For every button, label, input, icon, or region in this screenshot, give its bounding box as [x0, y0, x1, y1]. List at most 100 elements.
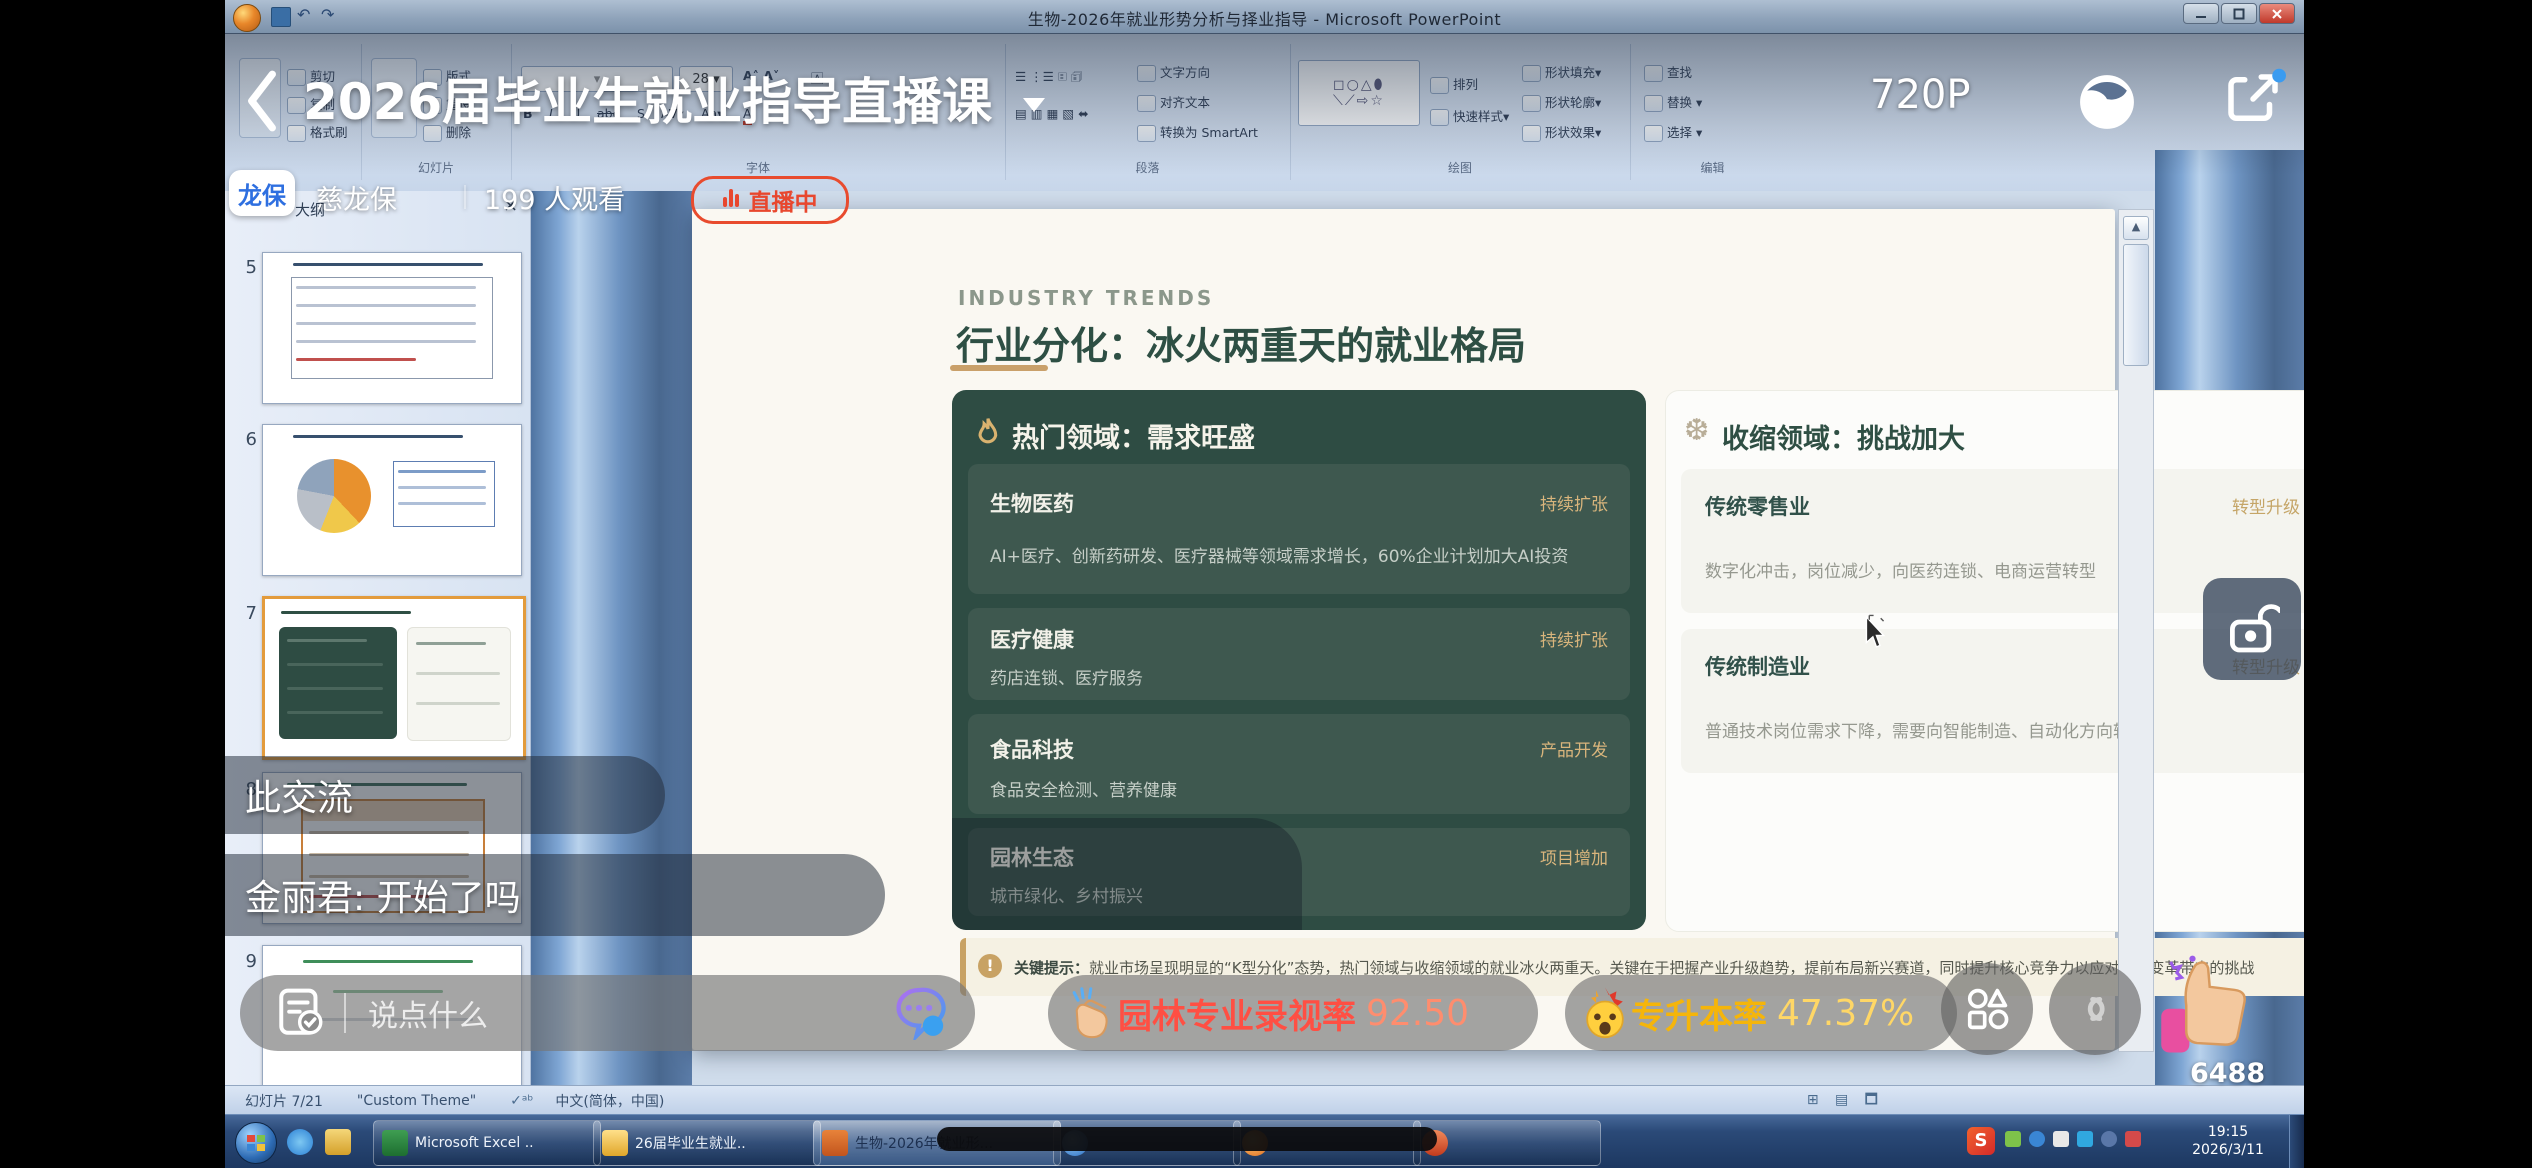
hot-card-3: 食品科技 产品开发 食品安全检测、营养健康	[968, 714, 1630, 814]
scroll-up-icon[interactable]: ▲	[2123, 216, 2149, 240]
taskbar-window-folder[interactable]: 26届毕业生就业..	[593, 1120, 821, 1166]
excel-icon	[382, 1130, 408, 1156]
more-panels-button[interactable]	[1941, 963, 2033, 1055]
slide-thumb-5[interactable]	[262, 252, 522, 404]
viewer-count: 199 人观看	[484, 178, 625, 217]
hot-card-desc: 药店连锁、医疗服务	[990, 664, 1143, 689]
hot-card-name: 食品科技	[990, 734, 1074, 764]
taskbar-window-6[interactable]	[1413, 1120, 1601, 1166]
quality-selector[interactable]: 720P	[1870, 72, 1970, 118]
tip-label: 关键提示：	[1014, 959, 1089, 977]
hot-card-name: 生物医药	[990, 488, 1074, 518]
reaction-badge-1-text: 园林专业录视率	[1118, 989, 1356, 1038]
spellcheck-icon[interactable]: ✓ᵃᵇ	[510, 1093, 533, 1109]
clock-time: 19:15	[2183, 1123, 2273, 1141]
cold-panel-header: 收缩领域：挑战加大	[1722, 417, 1965, 456]
letterbox-left	[0, 0, 225, 1168]
hot-sector-panel: 热门领域：需求旺盛 生物医药 持续扩张 AI+医疗、创新药研发、医疗器械等领域需…	[952, 390, 1646, 930]
hot-card-name: 医疗健康	[990, 624, 1074, 654]
hot-card-desc: AI+医疗、创新药研发、医疗器械等领域需求增长，60%企业计划加大AI投资	[990, 542, 1568, 567]
taskbar-window-excel[interactable]: Microsoft Excel ..	[373, 1120, 601, 1166]
thumb-number: 9	[235, 951, 257, 972]
thumb-number: 5	[235, 257, 257, 278]
chat-input[interactable]: 说点什么	[368, 991, 488, 1035]
chat-bubble-icon[interactable]	[891, 986, 947, 1040]
slide-eyebrow: INDUSTRY TRENDS	[958, 286, 1214, 310]
tray-icons[interactable]	[2005, 1131, 2141, 1147]
chat-shadow-overlay	[952, 818, 1302, 930]
cold-card-desc: 数字化冲击，岗位减少，向医药连锁、电商运营转型	[1705, 557, 2096, 582]
maximize-button[interactable]	[2221, 3, 2257, 24]
cold-card-tag: 转型升级	[2232, 493, 2300, 518]
cold-card-name: 传统制造业	[1705, 651, 1810, 681]
link-icon	[2071, 985, 2119, 1033]
title-accent-line	[950, 365, 1048, 371]
desktop-gap-left	[530, 191, 692, 1085]
live-badge-label: 直播中	[749, 183, 818, 217]
unlock-icon	[2224, 599, 2280, 659]
hot-card-tag: 项目增加	[1540, 844, 1608, 869]
view-mode-icons[interactable]: ⊞ ▤ 🗖	[1807, 1089, 1884, 1113]
slide-thumb-6[interactable]	[262, 424, 522, 576]
snowflake-icon: ❆	[1684, 413, 1709, 448]
stream-title-dropdown-icon[interactable]	[1023, 98, 1045, 112]
slide-canvas: INDUSTRY TRENDS 行业分化：冰火两重天的就业格局 热门领域：需求旺…	[692, 209, 2115, 1050]
message-list-icon[interactable]	[278, 988, 324, 1038]
ime-sogou-icon[interactable]: S	[1967, 1127, 1995, 1155]
hot-card-tag: 产品开发	[1540, 736, 1608, 761]
thumb-number: 7	[235, 603, 257, 624]
theme-toggle-icon[interactable]	[2073, 68, 2141, 136]
status-language: 中文(简体，中国)	[555, 1091, 664, 1111]
slides-thumbnail-panel: 大纲 × 5 6	[225, 191, 531, 1085]
clock[interactable]: 19:15 2026/3/11	[2183, 1123, 2273, 1159]
link-button[interactable]	[2049, 963, 2141, 1055]
alert-icon: !	[978, 954, 1002, 978]
streamer-badge[interactable]: 龙保	[229, 170, 295, 216]
screen-lock-button[interactable]	[2203, 578, 2301, 680]
reaction-badge-2[interactable]: 专升本率 47.37%	[1565, 975, 1957, 1051]
live-badge: 直播中	[691, 176, 849, 224]
reaction-badge-2-value: 47.37%	[1777, 993, 1914, 1034]
thumbs-up-sticker[interactable]	[2155, 952, 2255, 1056]
hot-card-desc: 食品安全检测、营养健康	[990, 776, 1177, 801]
cold-card-name: 传统零售业	[1705, 491, 1810, 521]
live-bars-icon	[723, 189, 741, 211]
flame-icon	[972, 416, 1004, 452]
scrollbar-thumb[interactable]	[2123, 244, 2149, 366]
slide-title: 行业分化：冰火两重天的就业格局	[956, 315, 1526, 370]
clock-date: 2026/3/11	[2183, 1141, 2273, 1159]
close-button[interactable]	[2259, 3, 2295, 24]
folder-icon	[602, 1130, 628, 1156]
taskbar-overlay-pill	[937, 1127, 1437, 1151]
show-desktop-button[interactable]	[2289, 1115, 2304, 1168]
letterbox-right	[2304, 0, 2532, 1168]
chat-message: 金丽君: 开始了吗	[225, 854, 885, 936]
window-title: 生物-2026年就业形势分析与择业指导 - Microsoft PowerPoi…	[225, 6, 2304, 30]
input-divider	[344, 993, 346, 1033]
reaction-badge-1-value: 92.50	[1366, 993, 1469, 1034]
screenshot-stage: ↶ ↷ 生物-2026年就业形势分析与择业指导 - Microsoft Powe…	[0, 0, 2532, 1168]
cold-card-desc: 普通技术岗位需求下降，需要向智能制造、自动化方向转型	[1705, 717, 2147, 742]
chat-input-pill[interactable]: 说点什么	[240, 975, 975, 1051]
explorer-icon[interactable]	[325, 1129, 351, 1155]
streamer-name: 慈龙保	[316, 178, 397, 217]
start-button[interactable]	[235, 1122, 277, 1164]
reaction-badge-2-text: 专升本率	[1631, 989, 1767, 1038]
back-icon[interactable]	[239, 68, 283, 134]
slide-thumb-7-selected[interactable]	[262, 596, 526, 760]
share-icon[interactable]	[2220, 66, 2286, 132]
chat-message-text: 金丽君: 开始了吗	[245, 869, 521, 921]
reaction-badge-1[interactable]: 园林专业录视率 92.50	[1048, 975, 1538, 1051]
status-theme: "Custom Theme"	[357, 1093, 476, 1109]
screen-content: ↶ ↷ 生物-2026年就业形势分析与择业指导 - Microsoft Powe…	[225, 0, 2304, 1168]
streamer-badge-label: 龙保	[238, 176, 286, 211]
exploding-head-emoji	[1579, 985, 1631, 1041]
hot-card-tag: 持续扩张	[1540, 626, 1608, 651]
hot-card-1: 生物医药 持续扩张 AI+医疗、创新药研发、医疗器械等领域需求增长，60%企业计…	[968, 464, 1630, 594]
vertical-scrollbar[interactable]: ▲	[2118, 209, 2154, 1052]
hot-card-tag: 持续扩张	[1540, 490, 1608, 515]
stream-title: 2026届毕业生就业指导直播课	[303, 62, 992, 134]
powerpoint-icon	[822, 1130, 848, 1156]
ie-icon[interactable]	[287, 1129, 313, 1155]
minimize-button[interactable]	[2183, 3, 2219, 24]
